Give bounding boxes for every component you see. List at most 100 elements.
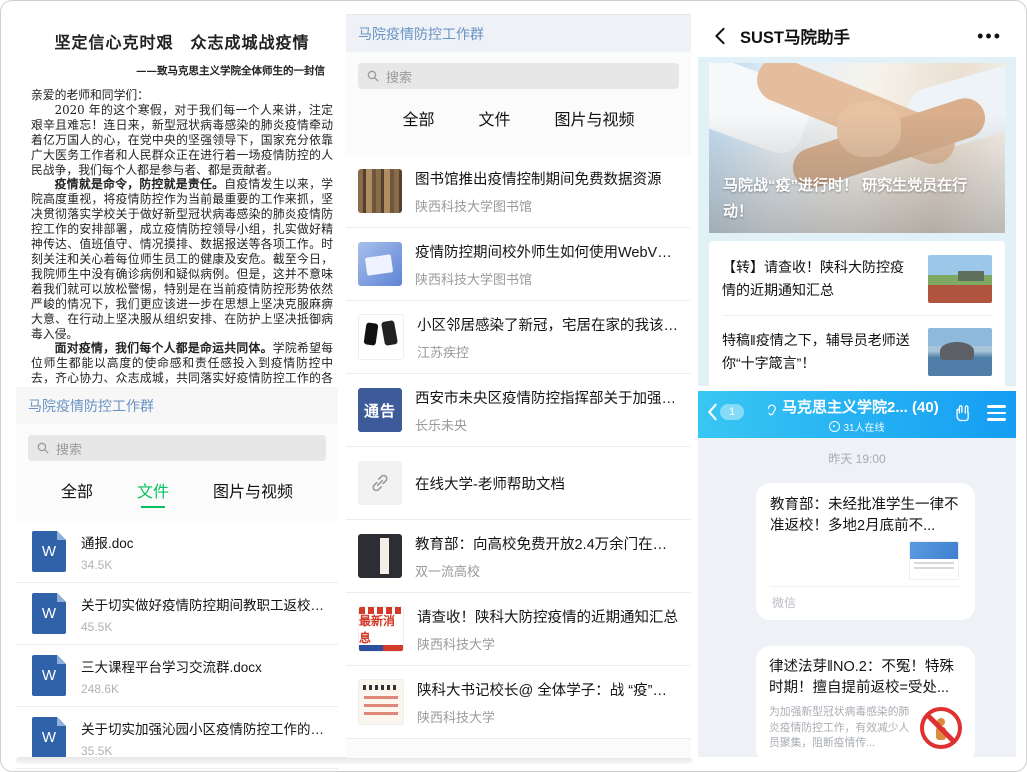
more-icon[interactable]: •••: [977, 31, 1002, 41]
campus-photo-thumbnail: [928, 255, 992, 303]
word-doc-icon: W: [32, 717, 66, 758]
file-name: 三大课程平台学习交流群.docx: [81, 656, 262, 676]
search-icon: [36, 441, 50, 455]
tab-files[interactable]: 文件: [137, 478, 169, 508]
group-search-panel: 马院疫情防控工作群 搜索 全部 文件 图片与视频 图书馆推出疫情控制期间免费数据…: [346, 14, 691, 758]
back-icon: [706, 403, 718, 421]
chat-timestamp: 昨天 19:00: [698, 450, 1016, 467]
hero-article[interactable]: 马院战“疫”进行时！ 研究生党员在行动！: [709, 63, 1005, 233]
letter-paragraph: 疫情就是命令，防控就是责任。自疫情发生以来，学院高度重视，将疫情防控作为当前最重…: [31, 177, 333, 341]
hero-article-title: 马院战“疫”进行时！ 研究生党员在行动！: [723, 173, 995, 226]
shared-link-message[interactable]: 律述法芽‖NO.2：不冤！特殊时期！擅自提前返校=受处... 为加强新型冠状病毒…: [756, 646, 975, 763]
hand-gesture-icon[interactable]: [953, 403, 973, 423]
tab-all[interactable]: 全部: [61, 478, 93, 508]
file-name: 通报.doc: [81, 532, 134, 552]
result-title: 请查收！陕科大防控疫情的近期通知汇总: [417, 606, 678, 627]
no-entry-icon: [920, 707, 962, 749]
result-source: 陕西科技大学图书馆: [415, 269, 679, 288]
article-list: 【转】请查收！陕科大防控疫情的近期通知汇总 特稿‖疫情之下，辅导员老师送你“十字…: [709, 241, 1005, 390]
search-placeholder: 搜索: [56, 439, 82, 458]
dark-photo-thumbnail: [358, 534, 402, 578]
online-count-icon: [829, 421, 840, 432]
group-title: 马院疫情防控工作群: [16, 387, 338, 424]
result-title: 陕科大书记校长@ 全体学子：战 “疫”防“疫...: [417, 679, 679, 700]
tab-files[interactable]: 文件: [478, 106, 510, 136]
article-title: 【转】请查收！陕科大防控疫情的近期通知汇总: [722, 256, 916, 302]
group-files-panel: 马院疫情防控工作群 搜索 全部 文件 图片与视频 W 通报.doc34.5K W…: [16, 387, 338, 756]
back-icon[interactable]: [712, 27, 728, 45]
qq-group-title: 马克思主义学院2... (40): [782, 396, 932, 417]
official-account-header: SUST马院助手 •••: [698, 15, 1016, 57]
account-title: SUST马院助手: [740, 24, 977, 48]
doc-fold-corner: [57, 531, 66, 540]
result-title: 教育部：向高校免费开放2.4万余门在线课...: [415, 533, 679, 554]
file-size: 45.5K: [81, 620, 326, 634]
result-row[interactable]: 图书馆推出疫情控制期间免费数据资源陕西科技大学图书馆: [346, 155, 691, 228]
result-source: 陕西科技大学图书馆: [415, 196, 662, 215]
file-row[interactable]: W 通报.doc34.5K: [16, 521, 338, 583]
tab-media[interactable]: 图片与视频: [213, 478, 293, 508]
qq-online-status: 31人在线: [782, 419, 932, 434]
result-title: 疫情防控期间校外师生如何使用WebVPN获...: [415, 241, 679, 262]
result-source: 陕西科技大学: [417, 707, 679, 726]
word-doc-icon: W: [32, 655, 66, 696]
result-row[interactable]: 陕科大书记校长@ 全体学子：战 “疫”防“疫... 陕西科技大学: [346, 666, 691, 739]
result-title: 西安市未央区疫情防控指挥部关于加强新型...: [415, 387, 679, 408]
result-row[interactable]: 疫情防控期间校外师生如何使用WebVPN获... 陕西科技大学图书馆: [346, 228, 691, 301]
result-row[interactable]: 教育部：向高校免费开放2.4万余门在线课... 双一流高校: [346, 520, 691, 593]
file-row[interactable]: W 关于切实做好疫情防控期间教职工返校工作... 45.5K: [16, 583, 338, 645]
search-input[interactable]: 搜索: [358, 63, 679, 89]
result-row[interactable]: 在线大学-老师帮助文档: [346, 447, 691, 520]
search-result-list: 图书馆推出疫情控制期间免费数据资源陕西科技大学图书馆 疫情防控期间校外师生如何使…: [346, 155, 691, 739]
webvpn-thumbnail: [358, 242, 402, 286]
letter-thumbnail: [358, 679, 404, 725]
bookshelf-thumbnail: [358, 169, 402, 213]
link-icon: [358, 461, 402, 505]
file-name: 关于切实加强沁园小区疫情防控工作的通知...: [81, 718, 326, 738]
result-source: 陕西科技大学: [417, 634, 678, 653]
result-row[interactable]: 最新消息 请查收！陕科大防控疫情的近期通知汇总陕西科技大学: [346, 593, 691, 666]
letter-paragraph: 2020 年的这个寒假，对于我们每一个人来讲，注定艰辛且难忘！连日来，新型冠状病…: [31, 103, 333, 178]
file-size: 248.6K: [81, 682, 262, 696]
qq-chat-header: 1 马克思主义学院2... (40) 31人在线: [698, 391, 1016, 438]
message-description: 为加强新型冠状病毒感染的肺炎疫情防控工作，有效减少人员聚集，阻断疫情传...: [769, 705, 912, 752]
result-source: 双一流高校: [415, 561, 679, 580]
result-source: 江苏疾控: [417, 342, 679, 361]
notice-thumbnail: 通告: [358, 388, 402, 432]
article-row[interactable]: 特稿‖疫情之下，辅导员老师送你“十字箴言”！: [722, 315, 992, 388]
shared-link-message[interactable]: 教育部：未经批准学生一律不准返校！多地2月底前不... 微信: [756, 483, 975, 620]
result-title: 在线大学-老师帮助文档: [415, 473, 565, 494]
result-source: 长乐未央: [415, 415, 679, 434]
letter-document: 坚定信心克时艰 众志成城战疫情 ——致马克思主义学院全体师生的一封信 亲爱的老师…: [25, 17, 339, 381]
message-source: 微信: [770, 586, 961, 620]
news-thumbnail: 最新消息: [358, 606, 404, 652]
search-input[interactable]: 搜索: [28, 435, 326, 461]
letter-title: 坚定信心克时艰 众志成城战疫情: [25, 29, 339, 53]
menu-icon[interactable]: [987, 405, 1006, 420]
official-account-panel: SUST马院助手 ••• 马院战“疫”进行时！ 研究生党员在行动！ 【转】请查收…: [698, 15, 1016, 386]
doc-fold-corner: [57, 593, 66, 602]
search-placeholder: 搜索: [386, 67, 412, 86]
doc-fold-corner: [57, 717, 66, 726]
file-name: 关于切实做好疫情防控期间教职工返校工作...: [81, 594, 326, 614]
tab-all[interactable]: 全部: [402, 106, 434, 136]
filter-tabs: 全部 文件 图片与视频: [16, 461, 338, 521]
letter-body: 亲爱的老师和同学们： 2020 年的这个寒假，对于我们每一个人来讲，注定艰辛且难…: [25, 88, 339, 401]
tab-media[interactable]: 图片与视频: [555, 106, 635, 136]
result-row[interactable]: 通告 西安市未央区疫情防控指挥部关于加强新型... 长乐未央: [346, 374, 691, 447]
letter-salutation: 亲爱的老师和同学们：: [31, 88, 333, 103]
result-title: 小区邻居感染了新冠，宅居在家的我该怎么...: [417, 314, 679, 335]
ear-icon: [764, 402, 779, 419]
file-size: 35.5K: [81, 744, 326, 758]
article-row[interactable]: 【转】请查收！陕科大防控疫情的近期通知汇总: [722, 243, 992, 315]
doc-fold-corner: [57, 655, 66, 664]
result-row[interactable]: 小区邻居感染了新冠，宅居在家的我该怎么... 江苏疾控: [346, 301, 691, 374]
word-doc-icon: W: [32, 593, 66, 634]
result-title: 图书馆推出疫情控制期间免费数据资源: [415, 168, 662, 189]
word-doc-icon: W: [32, 531, 66, 572]
back-button[interactable]: 1: [706, 403, 744, 421]
group-title: 马院疫情防控工作群: [346, 15, 691, 52]
file-list: W 通报.doc34.5K W 关于切实做好疫情防控期间教职工返校工作... 45…: [16, 521, 338, 769]
search-icon: [366, 69, 380, 83]
file-row[interactable]: W 三大课程平台学习交流群.docx 248.6K: [16, 645, 338, 707]
